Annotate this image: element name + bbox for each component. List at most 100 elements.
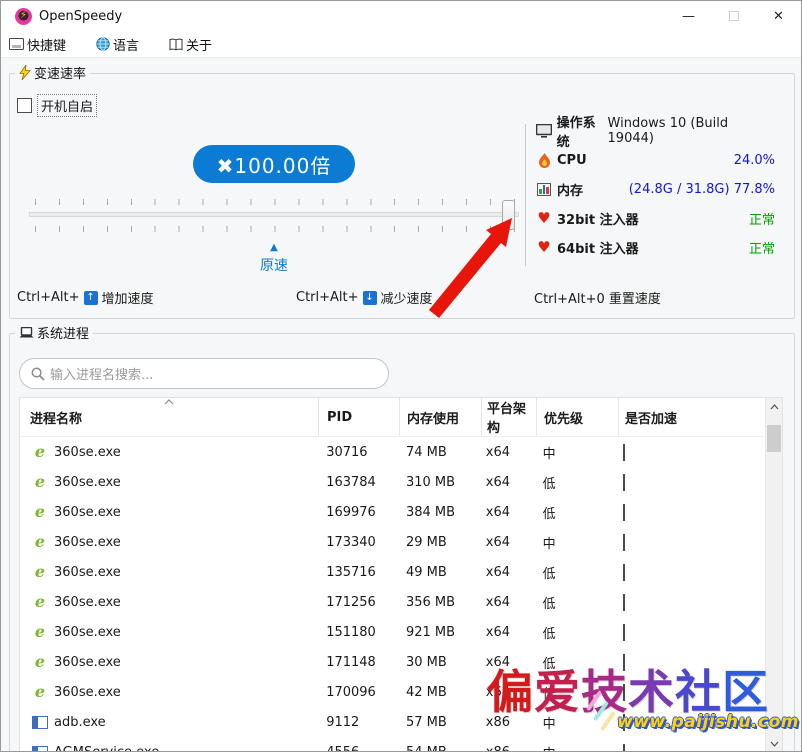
table-row[interactable]: e 360se.exe 173340 29 MB x64 中 [20, 527, 765, 557]
accelerate-checkbox[interactable] [623, 654, 625, 671]
book-icon [169, 38, 183, 51]
process-memory: 356 MB [399, 595, 481, 610]
keyboard-icon [9, 38, 24, 50]
injector64-status: 正常 [749, 238, 775, 257]
table-row[interactable]: AGMService.exe 4556 54 MB x86 中 [20, 737, 765, 752]
hotkey-increase: Ctrl+Alt+ ↑ 增加速度 [17, 288, 154, 307]
injector32-info-row: ♥ 32bit 注入器 正常 [535, 207, 775, 229]
table-row[interactable]: e 360se.exe 171148 30 MB x64 低 [20, 647, 765, 677]
process-priority: 中 [536, 743, 618, 752]
globe-icon [96, 37, 110, 51]
table-row[interactable]: e 360se.exe 169976 384 MB x64 低 [20, 497, 765, 527]
process-priority: 低 [536, 683, 618, 702]
minimize-button[interactable]: — [666, 1, 711, 31]
speed-group-title-label: 变速速率 [34, 63, 86, 82]
autostart-checkbox-group[interactable]: 开机自启 [17, 94, 97, 117]
injector64-info-row: ♥ 64bit 注入器 正常 [535, 236, 775, 258]
speed-group-title: 变速速率 [15, 63, 90, 82]
arrow-down-key-icon: ↓ [363, 291, 377, 305]
hotkey-decrease-prefix: Ctrl+Alt+ [296, 290, 359, 305]
table-row[interactable]: e 360se.exe 151180 921 MB x64 低 [20, 617, 765, 647]
menu-hotkeys[interactable]: 快捷键 [1, 31, 74, 57]
col-header-accelerate[interactable]: 是否加速 [619, 398, 767, 436]
scrollbar-up-icon[interactable] [766, 398, 782, 415]
browser-360-icon: e [32, 564, 48, 580]
accelerate-checkbox[interactable] [623, 714, 625, 731]
autostart-checkbox[interactable] [17, 98, 32, 113]
table-row[interactable]: adb.exe 9112 57 MB x86 中 [20, 707, 765, 737]
accelerate-checkbox[interactable] [623, 624, 625, 641]
process-arch: x64 [481, 685, 536, 700]
menu-about[interactable]: 关于 [161, 31, 220, 57]
table-header: 进程名称 PID 内存使用 平台架构 优先级 是否加速 [20, 398, 782, 437]
memory-label: 内存 [557, 180, 583, 199]
col-header-memory[interactable]: 内存使用 [400, 398, 482, 436]
process-memory: 921 MB [399, 625, 481, 640]
table-row[interactable]: e 360se.exe 135716 49 MB x64 低 [20, 557, 765, 587]
table-row[interactable]: e 360se.exe 30716 74 MB x64 中 [20, 437, 765, 467]
process-search-input[interactable]: 输入进程名搜索... [19, 358, 389, 389]
lightning-icon [19, 65, 31, 80]
heart-icon: ♥ [535, 240, 553, 255]
maximize-icon [729, 11, 739, 21]
speed-slider[interactable] [29, 199, 519, 231]
process-memory: 57 MB [399, 715, 481, 730]
laptop-icon [19, 327, 34, 339]
injector32-status: 正常 [749, 209, 775, 228]
process-name: 360se.exe [54, 595, 121, 610]
process-priority: 低 [536, 593, 618, 612]
process-arch: x86 [481, 745, 536, 752]
process-priority: 低 [536, 473, 618, 492]
table-row[interactable]: e 360se.exe 171256 356 MB x64 低 [20, 587, 765, 617]
slider-track[interactable] [29, 212, 519, 217]
scrollbar-down-icon[interactable] [766, 735, 782, 752]
cpu-value: 24.0% [734, 153, 775, 168]
process-memory: 42 MB [399, 685, 481, 700]
browser-360-icon: e [32, 684, 48, 700]
speed-multiplier-button[interactable]: ✖100.00倍 [193, 145, 355, 183]
accelerate-checkbox[interactable] [623, 534, 625, 551]
accelerate-checkbox[interactable] [623, 444, 625, 461]
arrow-up-key-icon: ↑ [84, 291, 98, 305]
col-header-arch[interactable]: 平台架构 [482, 398, 537, 436]
table-row[interactable]: e 360se.exe 170096 42 MB x64 低 [20, 677, 765, 707]
close-button[interactable]: ✕ [756, 1, 801, 31]
table-row[interactable]: e 360se.exe 163784 310 MB x64 低 [20, 467, 765, 497]
accelerate-checkbox[interactable] [623, 474, 625, 491]
process-group-title: 系统进程 [15, 323, 93, 342]
menu-language[interactable]: 语言 [88, 31, 147, 57]
browser-360-icon: e [32, 654, 48, 670]
main-area: 变速速率 开机自启 ✖100.00倍 ▲ 原速 操作系统 Windows [1, 58, 802, 752]
process-arch: x64 [481, 505, 536, 520]
process-priority: 低 [536, 653, 618, 672]
process-pid: 173340 [318, 535, 399, 550]
cpu-label: CPU [557, 153, 587, 168]
origin-triangle-icon: ▲ [251, 243, 297, 253]
process-pid: 151180 [318, 625, 399, 640]
process-arch: x64 [481, 655, 536, 670]
process-name: 360se.exe [54, 475, 121, 490]
process-memory: 54 MB [399, 745, 481, 752]
accelerate-checkbox[interactable] [623, 564, 625, 581]
accelerate-checkbox[interactable] [623, 684, 625, 701]
col-header-priority[interactable]: 优先级 [537, 398, 619, 436]
table-scrollbar[interactable] [765, 398, 782, 752]
sysinfo-panel: 操作系统 Windows 10 (Build 19044) CPU 24.0% … [535, 120, 775, 258]
accelerate-checkbox[interactable] [623, 744, 625, 752]
maximize-button[interactable] [711, 1, 756, 31]
col-header-pid[interactable]: PID [319, 398, 400, 436]
slider-ticks-top [35, 199, 515, 205]
accelerate-checkbox[interactable] [623, 504, 625, 521]
memory-value: (24.8G / 31.8G) 77.8% [629, 182, 775, 197]
browser-360-icon: e [32, 444, 48, 460]
menu-about-label: 关于 [186, 35, 212, 54]
browser-360-icon: e [32, 474, 48, 490]
process-arch: x64 [481, 535, 536, 550]
process-arch: x64 [481, 625, 536, 640]
os-label: 操作系统 [557, 112, 608, 150]
process-name: 360se.exe [54, 535, 121, 550]
process-name: 360se.exe [54, 565, 121, 580]
accelerate-checkbox[interactable] [623, 594, 625, 611]
scrollbar-thumb[interactable] [767, 425, 781, 452]
sort-ascending-icon[interactable] [164, 399, 174, 405]
